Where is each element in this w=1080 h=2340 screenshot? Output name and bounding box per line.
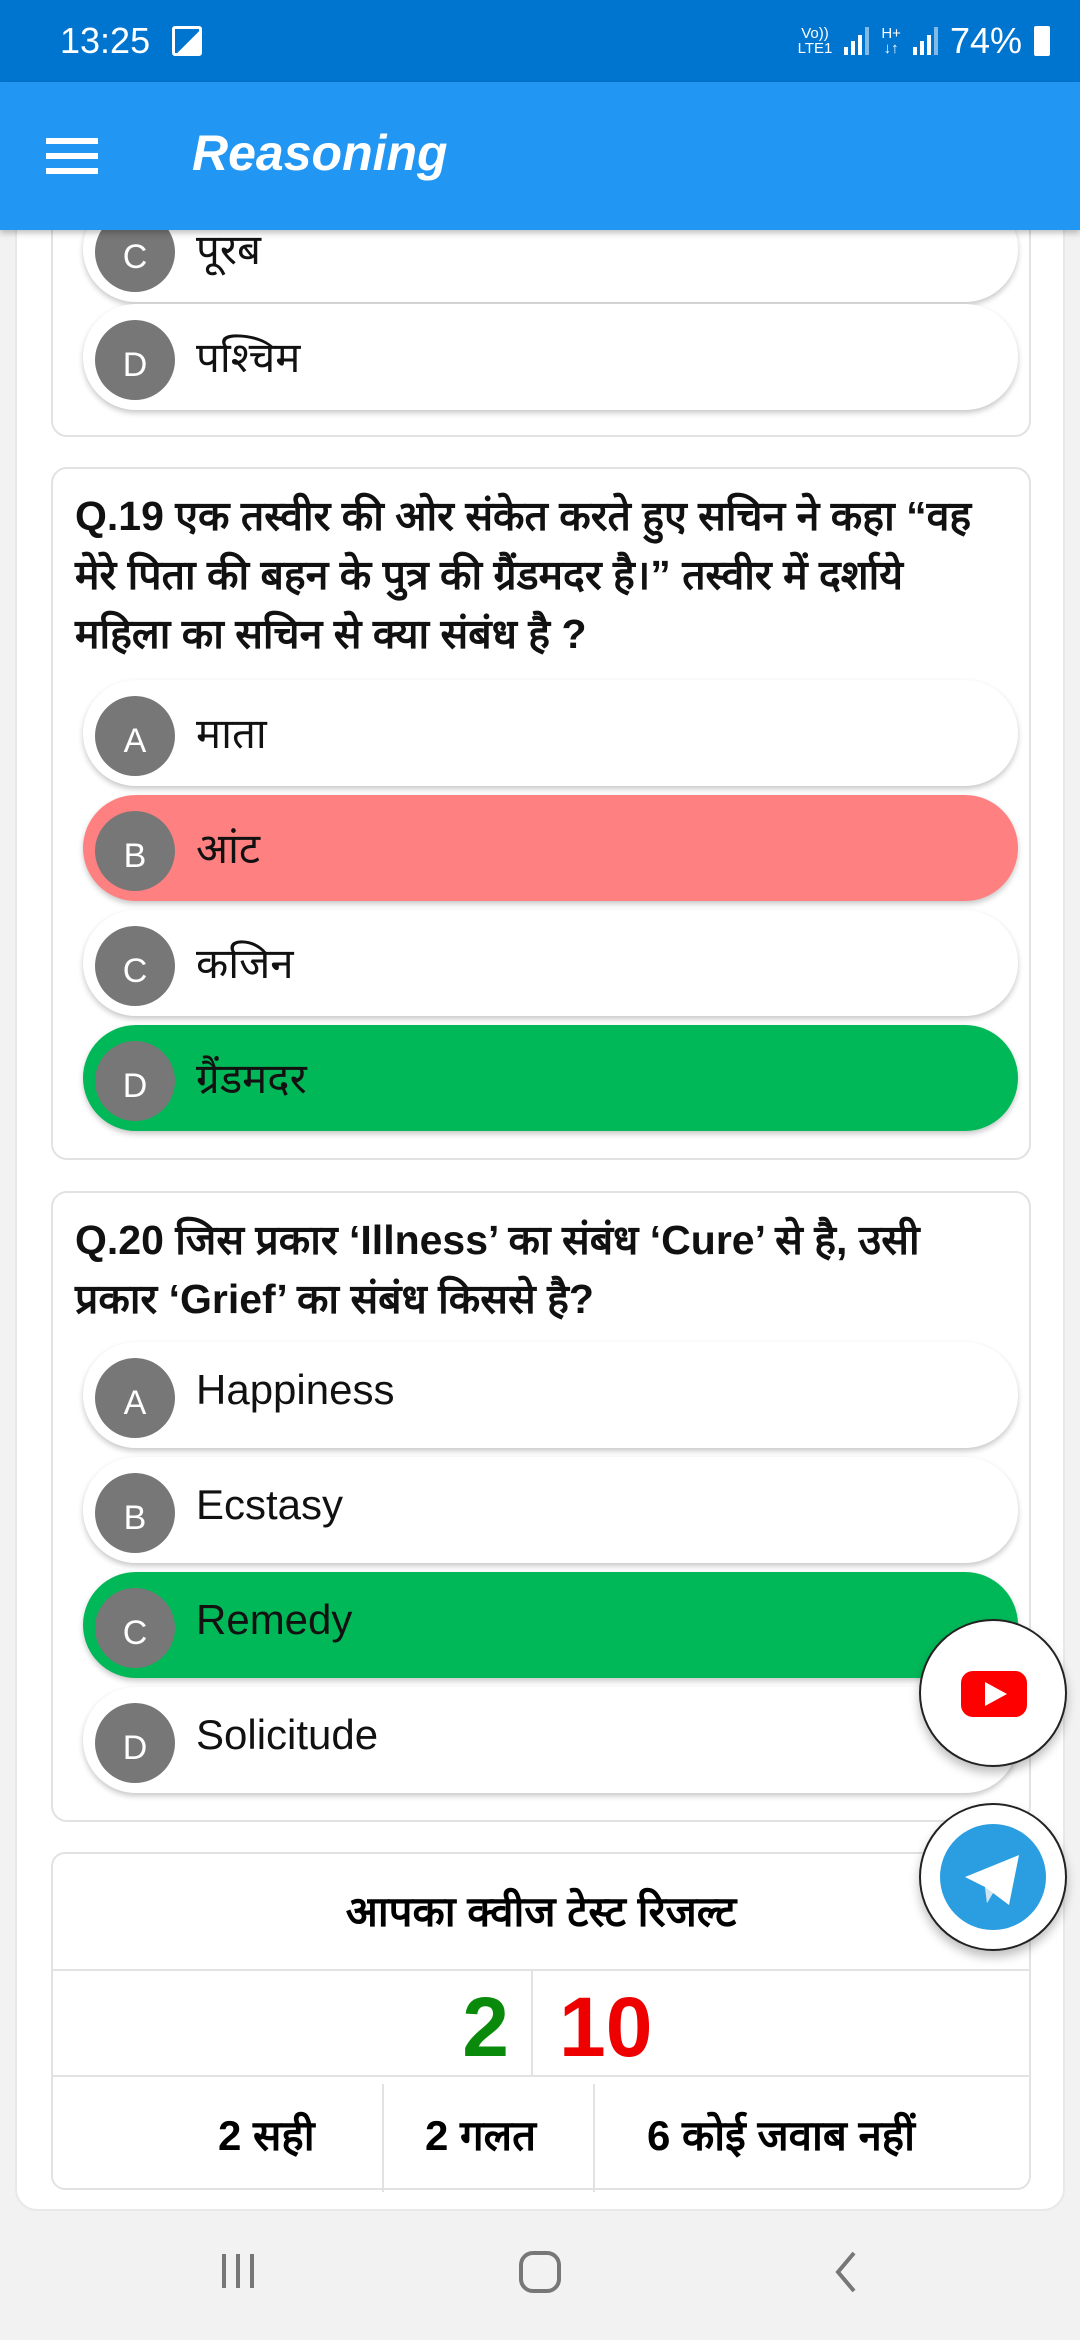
option-d-correct[interactable]: D ग्रैंडमदर: [83, 1025, 1018, 1131]
option-letter: C: [95, 1588, 175, 1668]
recent-apps-button[interactable]: [218, 2250, 260, 2292]
question-text: Q.20 जिस प्रकार ‘Illness’ का संबंध ‘Cure…: [75, 1217, 920, 1322]
option-text: आंट: [196, 825, 261, 872]
option-c[interactable]: C कजिन: [83, 910, 1018, 1016]
option-b[interactable]: B Ecstasy: [83, 1457, 1018, 1563]
question-card-19: Q.19 एक तस्वीर की ओर संकेत करते हुए सचिन…: [51, 467, 1031, 1160]
option-letter: B: [95, 811, 175, 891]
result-card: आपका क्वीज टेस्ट रिजल्ट 2 10 2 सही 2 गलत…: [51, 1852, 1031, 2192]
option-d[interactable]: D Solicitude: [83, 1687, 1018, 1793]
result-title: आपका क्वीज टेस्ट रिजल्ट: [345, 1888, 737, 1935]
home-button[interactable]: [518, 2250, 562, 2294]
option-letter: A: [95, 1358, 175, 1438]
youtube-button[interactable]: [919, 1619, 1067, 1767]
option-text: माता: [196, 710, 267, 757]
question-card-20: Q.20 जिस प्रकार ‘Illness’ का संबंध ‘Cure…: [51, 1191, 1031, 1822]
score-value: 2: [462, 1980, 509, 2074]
option-text: Happiness: [196, 1366, 395, 1413]
option-text: Ecstasy: [196, 1481, 344, 1528]
option-text: ग्रैंडमदर: [196, 1055, 307, 1102]
question-text: Q.19 एक तस्वीर की ओर संकेत करते हुए सचिन…: [75, 493, 972, 657]
volte-indicator: Vo)) LTE1: [797, 25, 833, 57]
navigation-bar: [0, 2214, 1080, 2340]
app-bar: Reasoning: [0, 82, 1080, 230]
correct-count: 2 सही: [218, 2112, 315, 2159]
option-letter: D: [95, 1703, 175, 1783]
telegram-button[interactable]: [919, 1803, 1067, 1951]
youtube-icon: [961, 1671, 1027, 1717]
option-b-wrong[interactable]: B आंट: [83, 795, 1018, 901]
total-value: 10: [559, 1980, 653, 2074]
option-a[interactable]: A Happiness: [83, 1342, 1018, 1448]
option-c-correct[interactable]: C Remedy: [83, 1572, 1018, 1678]
option-d[interactable]: D पश्चिम: [83, 304, 1018, 410]
option-letter: D: [95, 320, 175, 400]
option-letter: B: [95, 1473, 175, 1553]
option-letter: A: [95, 696, 175, 776]
hamburger-icon[interactable]: [46, 138, 98, 174]
option-letter: D: [95, 1041, 175, 1121]
wrong-count: 2 गलत: [425, 2112, 537, 2159]
option-text: Remedy: [196, 1596, 353, 1643]
battery-percent: 74%: [949, 20, 1022, 61]
option-text: कजिन: [196, 940, 294, 987]
option-a[interactable]: A माता: [83, 680, 1018, 786]
option-text: पश्चिम: [196, 334, 301, 381]
option-text: Solicitude: [196, 1711, 379, 1758]
page-title: Reasoning: [192, 125, 448, 181]
option-letter: C: [95, 926, 175, 1006]
back-button[interactable]: [830, 2250, 860, 2294]
unanswered-count: 6 कोई जवाब नहीं: [647, 2112, 915, 2159]
signal-icon-2: [912, 27, 938, 55]
status-bar: 13:25 Vo)) LTE1 H+ ↓↑ 74%: [0, 0, 1080, 82]
gallery-notification-icon: [172, 26, 202, 56]
clock: 13:25: [60, 20, 151, 61]
telegram-icon: [940, 1824, 1046, 1930]
signal-icon: [844, 27, 870, 55]
hplus-indicator: H+ ↓↑: [881, 25, 901, 57]
battery-icon: [1034, 26, 1050, 56]
